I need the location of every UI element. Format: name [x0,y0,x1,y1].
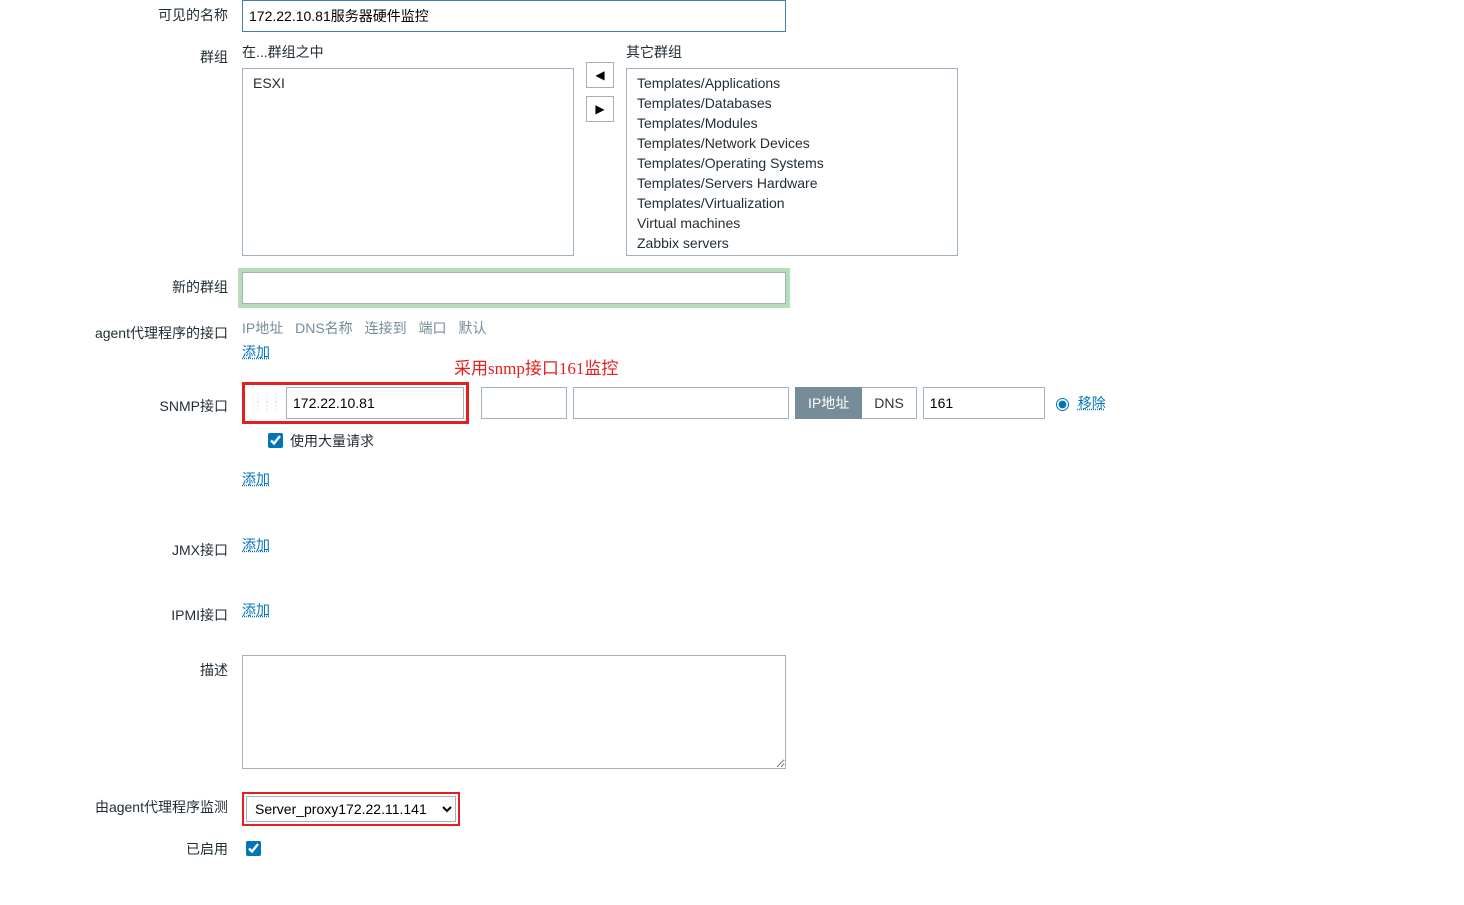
list-item[interactable]: ESXI [249,73,567,93]
description-textarea[interactable] [242,655,786,769]
snmp-annotation: 采用snmp接口161监控 [454,354,618,379]
list-item[interactable]: Templates/Databases [633,93,951,113]
list-item[interactable]: Templates/Applications [633,73,951,93]
snmp-port-input[interactable] [923,387,1045,419]
list-item[interactable]: Templates/Virtualization [633,193,951,213]
ipmi-add-link[interactable]: 添加 [242,600,270,620]
list-item[interactable]: Templates/Network Devices [633,133,951,153]
other-groups-header: 其它群组 [626,42,958,62]
agent-headers: IP地址 DNS名称 连接到 端口 默认 [242,318,1464,338]
snmp-remove-link[interactable]: 移除 [1078,393,1106,413]
snmp-dns-input[interactable] [573,387,789,419]
monitored-by-label: 由agent代理程序监测 [0,792,242,817]
groups-label: 群组 [0,42,242,67]
in-groups-header: 在...群组之中 [242,42,574,62]
snmp-extra-input[interactable] [481,387,567,419]
proxy-select[interactable]: Server_proxy172.22.11.141 [246,796,456,822]
snmp-add-link[interactable]: 添加 [242,469,270,489]
enabled-label: 已启用 [0,839,242,859]
ipmi-interfaces-label: IPMI接口 [0,600,242,625]
list-item[interactable]: Templates/Servers Hardware [633,173,951,193]
other-groups-listbox[interactable]: Templates/Applications Templates/Databas… [626,68,958,256]
bulk-requests-label: 使用大量请求 [290,431,374,451]
jmx-add-link[interactable]: 添加 [242,535,270,555]
connect-dns-button[interactable]: DNS [862,387,917,419]
in-groups-listbox[interactable]: ESXI [242,68,574,256]
drag-handle-icon[interactable]: ⋮⋮⋮⋮⋮⋮ [247,395,286,411]
visible-name-label: 可见的名称 [0,0,242,25]
list-item[interactable]: Virtual machines [633,213,951,233]
list-item[interactable]: Templates/Operating Systems [633,153,951,173]
move-right-button[interactable]: ▶ [586,96,614,122]
agent-add-link[interactable]: 添加 [242,342,270,362]
new-group-input[interactable] [242,272,786,304]
default-interface-radio[interactable] [1056,398,1069,411]
list-item[interactable]: Zabbix servers [633,233,951,253]
enabled-checkbox[interactable] [246,841,261,856]
list-item[interactable]: Templates/Modules [633,113,951,133]
visible-name-input[interactable] [242,0,786,32]
description-label: 描述 [0,655,242,680]
jmx-interfaces-label: JMX接口 [0,535,242,560]
connect-ip-button[interactable]: IP地址 [795,387,862,419]
bulk-requests-checkbox[interactable] [268,433,283,448]
move-left-button[interactable]: ◀ [586,62,614,88]
agent-interfaces-label: agent代理程序的接口 [0,318,242,343]
snmp-ip-input[interactable] [286,387,464,419]
new-group-label: 新的群组 [0,272,242,297]
snmp-interfaces-label: SNMP接口 [0,382,242,416]
list-item[interactable]: 合肥模拟网关-蔡良热 [633,253,951,256]
